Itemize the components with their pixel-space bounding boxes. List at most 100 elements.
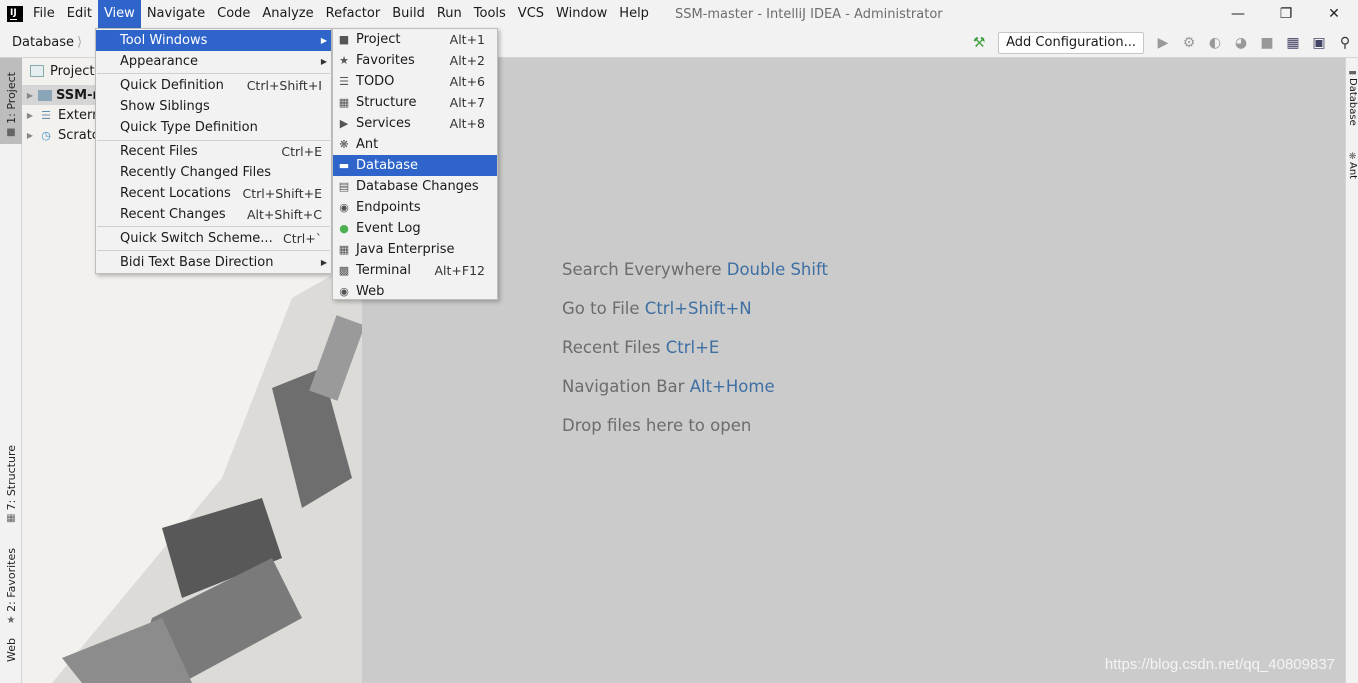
list-icon: ☰: [339, 75, 349, 88]
expand-arrow-icon[interactable]: ▶: [22, 111, 38, 120]
tab-favorites[interactable]: 2: Favorites ★: [0, 542, 22, 626]
stop-icon[interactable]: ■: [1254, 28, 1280, 58]
tab-project[interactable]: ■ 1: Project: [0, 58, 22, 144]
watermark: https://blog.csdn.net/qq_40809837: [1104, 656, 1335, 673]
expand-arrow-icon[interactable]: ▶: [22, 131, 38, 140]
menu-item-label: Recent Changes: [120, 207, 226, 222]
menu-window[interactable]: Window: [550, 0, 613, 28]
menu-item-quick-definition[interactable]: Quick Definition Ctrl+Shift+I: [96, 75, 331, 96]
submenu-item-favorites[interactable]: ★ Favorites Alt+2: [333, 50, 497, 71]
services-icon: ▶: [339, 117, 349, 130]
close-button[interactable]: ✕: [1310, 0, 1358, 28]
submenu-item-services[interactable]: ▶ Services Alt+8: [333, 113, 497, 134]
menu-item-recent-files[interactable]: Recent Files Ctrl+E: [96, 141, 331, 162]
tab-web[interactable]: Web: [0, 638, 22, 683]
menu-file[interactable]: File: [27, 0, 61, 28]
submenu-item-ant[interactable]: ❋ Ant: [333, 134, 497, 155]
submenu-item-terminal[interactable]: ▩ Terminal Alt+F12: [333, 260, 497, 281]
menu-item-label: Structure: [356, 95, 417, 110]
menu-analyze[interactable]: Analyze: [256, 0, 319, 28]
menu-item-shortcut: Alt+Shift+C: [246, 207, 322, 222]
hint-key: Double Shift: [726, 260, 828, 279]
menu-item-tool-windows[interactable]: Tool Windows ▶: [96, 30, 331, 51]
submenu-arrow-icon: ▶: [320, 57, 327, 66]
submenu-item-endpoints[interactable]: ◉ Endpoints: [333, 197, 497, 218]
tab-structure[interactable]: 7: Structure ▦: [0, 442, 22, 524]
menu-item-quick-type-definition[interactable]: Quick Type Definition: [96, 117, 331, 138]
build-hammer-icon[interactable]: ⚒: [966, 28, 992, 58]
menu-item-show-siblings[interactable]: Show Siblings: [96, 96, 331, 117]
left-tool-strip: ■ 1: Project 7: Structure ▦ 2: Favorites…: [0, 58, 22, 683]
hint-text: Recent Files: [562, 338, 661, 357]
coverage-icon[interactable]: ◐: [1202, 28, 1228, 58]
submenu-item-project[interactable]: ■ Project Alt+1: [333, 29, 497, 50]
menu-item-quick-switch-scheme[interactable]: Quick Switch Scheme... Ctrl+`: [96, 228, 331, 249]
menu-item-appearance[interactable]: Appearance ▶: [96, 51, 331, 72]
menu-item-label: Appearance: [120, 54, 199, 69]
hint-text: Navigation Bar: [562, 377, 685, 396]
menu-item-label: Project: [356, 32, 401, 47]
tab-database[interactable]: ▬ Database: [1346, 68, 1358, 126]
tab-structure-label: 7: Structure: [4, 444, 18, 510]
menu-build[interactable]: Build: [386, 0, 431, 28]
star-icon: ★: [6, 615, 16, 626]
star-icon: ★: [339, 54, 349, 67]
submenu-item-database-changes[interactable]: ▤ Database Changes: [333, 176, 497, 197]
layout-icon[interactable]: ▣: [1306, 28, 1332, 58]
menu-refactor[interactable]: Refactor: [320, 0, 387, 28]
profile-icon[interactable]: ◕: [1228, 28, 1254, 58]
menu-item-label: Show Siblings: [120, 99, 210, 114]
tab-ant[interactable]: ❋ Ant: [1346, 152, 1358, 179]
module-folder-icon: [38, 89, 52, 101]
expand-arrow-icon[interactable]: ▶: [22, 91, 38, 100]
menu-item-bidi-text-base-direction[interactable]: Bidi Text Base Direction ▶: [96, 252, 331, 273]
debug-icon[interactable]: ⚙: [1176, 28, 1202, 58]
tab-project-label: 1: Project: [4, 72, 18, 124]
minimize-button[interactable]: —: [1214, 0, 1262, 28]
tab-ant-label: Ant: [1347, 162, 1358, 180]
folder-icon: ■: [338, 33, 350, 46]
menu-item-recent-changes[interactable]: Recent Changes Alt+Shift+C: [96, 204, 331, 225]
search-icon[interactable]: ⚲: [1332, 28, 1358, 58]
menu-navigate[interactable]: Navigate: [141, 0, 211, 28]
menu-item-shortcut: Alt+8: [449, 116, 485, 131]
menu-separator: [97, 226, 330, 227]
hint-go-to-file: Go to File Ctrl+Shift+N: [562, 299, 752, 318]
menu-run[interactable]: Run: [431, 0, 468, 28]
menu-vcs[interactable]: VCS: [512, 0, 550, 28]
hint-key: Ctrl+E: [665, 338, 720, 357]
editor-empty-area[interactable]: Search Everywhere Double Shift Go to Fil…: [362, 58, 1345, 683]
submenu-arrow-icon: ▶: [320, 36, 327, 45]
run-icon[interactable]: ▶: [1150, 28, 1176, 58]
menu-help[interactable]: Help: [613, 0, 655, 28]
title-bar: IJ File Edit View Navigate Code Analyze …: [0, 0, 1358, 28]
submenu-item-structure[interactable]: ▦ Structure Alt+7: [333, 92, 497, 113]
menu-edit[interactable]: Edit: [61, 0, 98, 28]
tab-web-label: Web: [4, 638, 18, 662]
restore-button[interactable]: ❐: [1262, 0, 1310, 28]
menu-separator: [97, 250, 330, 251]
menu-item-label: Services: [356, 116, 411, 131]
menu-tools[interactable]: Tools: [468, 0, 512, 28]
submenu-item-todo[interactable]: ☰ TODO Alt+6: [333, 71, 497, 92]
project-structure-icon[interactable]: ▦: [1280, 28, 1306, 58]
submenu-item-database[interactable]: ▬ Database: [333, 155, 497, 176]
menu-item-label: Quick Switch Scheme...: [120, 231, 273, 246]
submenu-item-web[interactable]: ◉ Web: [333, 281, 497, 302]
menu-item-shortcut: Ctrl+Shift+E: [242, 186, 323, 201]
submenu-arrow-icon: ▶: [320, 258, 327, 267]
scratches-icon: ◷: [41, 128, 51, 142]
add-configuration-button[interactable]: Add Configuration...: [998, 32, 1144, 54]
project-panel-title: Project: [50, 63, 95, 79]
structure-icon: ▦: [338, 96, 350, 109]
menu-view[interactable]: View: [97, 0, 141, 28]
endpoints-icon: ◉: [339, 201, 349, 214]
menu-item-recently-changed-files[interactable]: Recently Changed Files: [96, 162, 331, 183]
menu-item-shortcut: Ctrl+`: [283, 231, 322, 246]
submenu-item-event-log[interactable]: ● Event Log: [333, 218, 497, 239]
breadcrumb-database[interactable]: Database: [12, 35, 74, 50]
menu-code[interactable]: Code: [211, 0, 256, 28]
submenu-item-java-enterprise[interactable]: ▦ Java Enterprise: [333, 239, 497, 260]
right-tool-strip: ▬ Database ❋ Ant: [1345, 58, 1358, 683]
menu-item-recent-locations[interactable]: Recent Locations Ctrl+Shift+E: [96, 183, 331, 204]
